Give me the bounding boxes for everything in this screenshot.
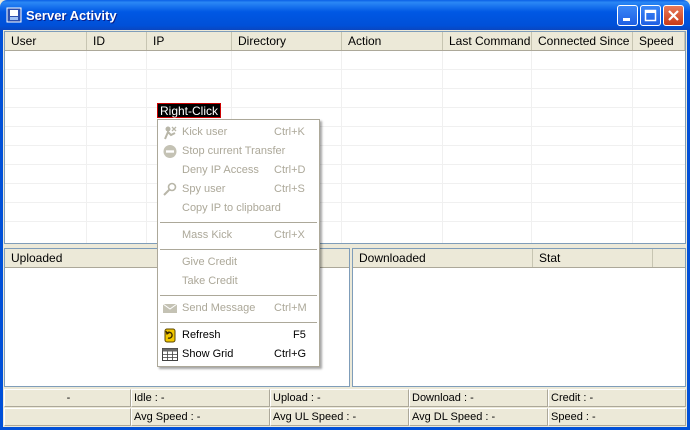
column-header-stat[interactable]: Stat bbox=[533, 249, 653, 267]
menu-label: Refresh bbox=[182, 329, 221, 341]
column-header-action[interactable]: Action bbox=[342, 32, 443, 50]
menu-item-kick-user[interactable]: Kick user Ctrl+K bbox=[158, 123, 319, 142]
status-avg-dl-speed: Avg DL Speed : - bbox=[409, 408, 548, 426]
column-header-last-command[interactable]: Last Command bbox=[443, 32, 532, 50]
menu-item-deny-ip[interactable]: Deny IP Access Ctrl+D bbox=[158, 161, 319, 180]
menu-item-send-message[interactable]: Send Message Ctrl+M bbox=[158, 299, 319, 318]
grid-icon bbox=[162, 348, 178, 361]
menu-item-stop-transfer[interactable]: Stop current Transfer bbox=[158, 142, 319, 161]
close-icon bbox=[668, 10, 679, 21]
menu-item-give-credit[interactable]: Give Credit bbox=[158, 253, 319, 272]
right-click-callout: Right-Click bbox=[157, 103, 222, 118]
status-credit: Credit : - bbox=[548, 389, 686, 407]
menu-label: Send Message bbox=[182, 302, 256, 314]
menu-shortcut: Ctrl+K bbox=[274, 126, 305, 138]
menu-item-copy-ip[interactable]: Copy IP to clipboard bbox=[158, 199, 319, 218]
app-icon bbox=[6, 7, 22, 23]
menu-shortcut: Ctrl+M bbox=[274, 302, 307, 314]
menu-shortcut: Ctrl+G bbox=[274, 348, 307, 360]
status-speed: Speed : - bbox=[548, 408, 686, 426]
connections-list-header: User ID IP Directory Action Last Command… bbox=[5, 32, 685, 51]
menu-shortcut: Ctrl+D bbox=[274, 164, 306, 176]
menu-shortcut: Ctrl+S bbox=[274, 183, 305, 195]
column-header-ip[interactable]: IP bbox=[147, 32, 232, 50]
downloaded-panel[interactable]: Downloaded Stat bbox=[352, 248, 686, 387]
minimize-icon bbox=[623, 18, 630, 21]
menu-label: Deny IP Access bbox=[182, 164, 259, 176]
context-menu: Kick user Ctrl+K Stop current Transfer D… bbox=[157, 119, 320, 367]
menu-separator bbox=[160, 322, 317, 323]
status-download: Download : - bbox=[409, 389, 548, 407]
menu-label: Spy user bbox=[182, 183, 226, 195]
close-button[interactable] bbox=[663, 5, 684, 26]
menu-label: Take Credit bbox=[182, 275, 238, 287]
column-header-user[interactable]: User bbox=[5, 32, 87, 50]
column-header-connected-since[interactable]: Connected Since bbox=[532, 32, 633, 50]
menu-label: Kick user bbox=[182, 126, 228, 138]
menu-separator bbox=[160, 222, 317, 223]
connections-list[interactable]: User ID IP Directory Action Last Command… bbox=[4, 31, 686, 244]
menu-label: Stop current Transfer bbox=[182, 145, 286, 157]
menu-shortcut: Ctrl+X bbox=[274, 229, 305, 241]
menu-item-take-credit[interactable]: Take Credit bbox=[158, 272, 319, 291]
menu-item-mass-kick[interactable]: Mass Kick Ctrl+X bbox=[158, 226, 319, 245]
menu-label: Show Grid bbox=[182, 348, 234, 360]
title-bar[interactable]: Server Activity bbox=[0, 0, 690, 30]
list-grid bbox=[5, 51, 685, 243]
window-title: Server Activity bbox=[26, 8, 117, 23]
menu-label: Copy IP to clipboard bbox=[182, 202, 281, 214]
status-avg-ul-speed: Avg UL Speed : - bbox=[270, 408, 409, 426]
column-header-speed[interactable]: Speed bbox=[633, 32, 685, 50]
menu-item-show-grid[interactable]: Show Grid Ctrl+G bbox=[158, 345, 319, 364]
minimize-button[interactable] bbox=[617, 5, 638, 26]
menu-item-spy-user[interactable]: Spy user Ctrl+S bbox=[158, 180, 319, 199]
message-icon bbox=[162, 303, 178, 313]
status-user: - bbox=[4, 389, 131, 407]
status-blank bbox=[4, 408, 131, 426]
menu-label: Mass Kick bbox=[182, 229, 233, 241]
status-upload: Upload : - bbox=[270, 389, 409, 407]
menu-item-refresh[interactable]: Refresh F5 bbox=[158, 326, 319, 345]
menu-separator bbox=[160, 295, 317, 296]
maximize-icon bbox=[644, 9, 657, 22]
column-header-downloaded[interactable]: Downloaded bbox=[353, 249, 533, 267]
column-header-id[interactable]: ID bbox=[87, 32, 147, 50]
maximize-button[interactable] bbox=[640, 5, 661, 26]
status-avg-speed: Avg Speed : - bbox=[131, 408, 270, 426]
refresh-icon bbox=[164, 328, 176, 343]
menu-separator bbox=[160, 249, 317, 250]
stop-icon bbox=[163, 145, 177, 158]
downloaded-header: Downloaded Stat bbox=[353, 249, 685, 268]
magnifier-icon bbox=[163, 182, 177, 196]
kick-icon bbox=[164, 126, 177, 140]
status-idle: Idle : - bbox=[131, 389, 270, 407]
menu-label: Give Credit bbox=[182, 256, 238, 268]
menu-shortcut: F5 bbox=[293, 329, 306, 341]
column-header-directory[interactable]: Directory bbox=[232, 32, 342, 50]
